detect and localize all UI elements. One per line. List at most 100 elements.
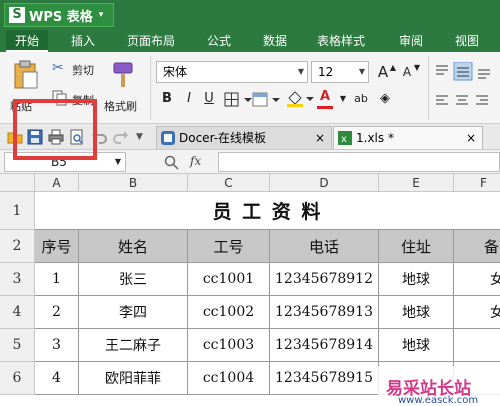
table-cell[interactable]: 王二麻子: [79, 329, 188, 362]
select-all-corner[interactable]: [0, 174, 35, 192]
tab-formulas[interactable]: 公式: [198, 30, 240, 52]
column-header-d[interactable]: D: [270, 174, 379, 192]
row-header-4[interactable]: 4: [0, 296, 35, 329]
watermark-url: www.easck.com: [398, 395, 479, 406]
table-cell[interactable]: 12345678914: [270, 329, 379, 362]
header-cell[interactable]: 工号: [188, 230, 270, 263]
row-header-2[interactable]: 2: [0, 230, 35, 263]
cell-style-icon[interactable]: [252, 92, 282, 108]
chevron-down-icon[interactable]: ▼: [136, 128, 154, 146]
redo-icon[interactable]: [112, 128, 130, 146]
row-header-1[interactable]: 1: [0, 192, 35, 230]
underline-button[interactable]: U: [200, 90, 218, 108]
bold-button[interactable]: B: [158, 90, 176, 108]
table-cell[interactable]: 李四: [79, 296, 188, 329]
font-grow-button[interactable]: A ▲: [374, 63, 396, 81]
column-header-b[interactable]: B: [79, 174, 188, 192]
table-cell[interactable]: 3: [35, 329, 79, 362]
tab-data[interactable]: 数据: [254, 30, 296, 52]
table-cell[interactable]: 女: [454, 263, 500, 296]
divider: [428, 56, 429, 120]
app-menu-button[interactable]: S WPS 表格 ▾: [4, 3, 114, 27]
table-cell[interactable]: 欧阳菲菲: [79, 362, 188, 395]
brush-icon: [113, 62, 133, 87]
cut-button[interactable]: ✂ 剪切: [52, 60, 98, 78]
ribbon-tab-bar: 开始 插入 页面布局 公式 数据 表格样式 审阅 视图: [0, 30, 500, 52]
header-cell[interactable]: 备: [454, 230, 500, 263]
table-cell[interactable]: 地球: [379, 263, 454, 296]
svg-text:x: x: [341, 134, 347, 145]
tab-page-layout[interactable]: 页面布局: [120, 30, 182, 52]
column-header-e[interactable]: E: [379, 174, 454, 192]
header-cell[interactable]: 序号: [35, 230, 79, 263]
table-cell[interactable]: 地球: [379, 296, 454, 329]
font-color-swatch: [317, 106, 333, 109]
column-header-f[interactable]: F: [454, 174, 500, 192]
chevron-down-icon: ▼: [358, 67, 365, 76]
row-header-6[interactable]: 6: [0, 362, 35, 395]
chevron-down-icon[interactable]: ▼: [334, 90, 352, 108]
header-cell[interactable]: 住址: [379, 230, 454, 263]
chevron-down-icon: ▾: [98, 10, 104, 20]
table-cell[interactable]: [454, 329, 500, 362]
chevron-down-icon: ▼: [114, 157, 121, 166]
format-painter-button[interactable]: 格式刷: [102, 58, 146, 118]
row-header-5[interactable]: 5: [0, 329, 35, 362]
table-cell[interactable]: 2: [35, 296, 79, 329]
column-header-a[interactable]: A: [35, 174, 79, 192]
borders-icon[interactable]: [224, 92, 254, 108]
divider: [150, 56, 151, 120]
font-shrink-button[interactable]: A ▼: [398, 63, 420, 81]
tab-label: Docer-在线模板: [179, 131, 267, 145]
paste-icon: [14, 60, 38, 89]
function-icon[interactable]: fx: [190, 154, 201, 168]
table-cell[interactable]: 1: [35, 263, 79, 296]
font-family-value: 宋体: [163, 65, 188, 79]
formula-input[interactable]: [218, 152, 500, 172]
tab-table-style[interactable]: 表格样式: [310, 30, 372, 52]
wps-logo-icon: S: [9, 7, 25, 23]
horizontal-align-buttons[interactable]: [434, 92, 500, 110]
close-icon[interactable]: ×: [315, 127, 325, 149]
font-color-icon[interactable]: A: [316, 88, 334, 106]
column-header-c[interactable]: C: [188, 174, 270, 192]
vertical-align-buttons[interactable]: [434, 62, 500, 82]
spreadsheet-icon: x: [338, 131, 352, 145]
table-cell[interactable]: cc1002: [188, 296, 270, 329]
header-cell[interactable]: 姓名: [79, 230, 188, 263]
zoom-icon[interactable]: [164, 155, 180, 171]
tab-insert[interactable]: 插入: [62, 30, 104, 52]
row-header-3[interactable]: 3: [0, 263, 35, 296]
table-cell[interactable]: cc1001: [188, 263, 270, 296]
table-cell[interactable]: 张三: [79, 263, 188, 296]
table-cell[interactable]: 12345678913: [270, 296, 379, 329]
table-cell[interactable]: 12345678915: [270, 362, 379, 395]
italic-button[interactable]: I: [180, 90, 198, 108]
chevron-down-icon: ▼: [297, 67, 304, 76]
tab-view[interactable]: 视图: [446, 30, 488, 52]
header-cell[interactable]: 电话: [270, 230, 379, 263]
change-case-icon[interactable]: ab: [352, 90, 370, 108]
font-grow-icon: A: [377, 63, 389, 81]
tab-docer-templates[interactable]: Docer-在线模板 ×: [156, 126, 332, 149]
clear-format-icon[interactable]: ◈: [376, 90, 394, 108]
fill-color-icon[interactable]: [286, 90, 316, 108]
tab-review[interactable]: 审阅: [390, 30, 432, 52]
font-size-select[interactable]: 12 ▼: [311, 61, 369, 83]
tab-label: 1.xls *: [356, 131, 394, 145]
table-cell[interactable]: 地球: [379, 329, 454, 362]
scissors-icon: ✂: [52, 60, 64, 76]
font-family-select[interactable]: 宋体 ▼: [156, 61, 308, 83]
table-cell[interactable]: 12345678912: [270, 263, 379, 296]
tab-1-xls[interactable]: x 1.xls * ×: [333, 126, 483, 149]
sheet-title-cell[interactable]: 员 工 资 料: [35, 192, 500, 230]
table-cell[interactable]: 女: [454, 296, 500, 329]
table-cell[interactable]: cc1003: [188, 329, 270, 362]
font-shrink-icon: A: [402, 65, 412, 79]
table-cell[interactable]: cc1004: [188, 362, 270, 395]
app-title: WPS 表格: [29, 9, 93, 25]
font-size-value: 12: [318, 65, 334, 79]
tab-home[interactable]: 开始: [6, 30, 48, 52]
table-cell[interactable]: 4: [35, 362, 79, 395]
close-icon[interactable]: ×: [466, 127, 476, 149]
